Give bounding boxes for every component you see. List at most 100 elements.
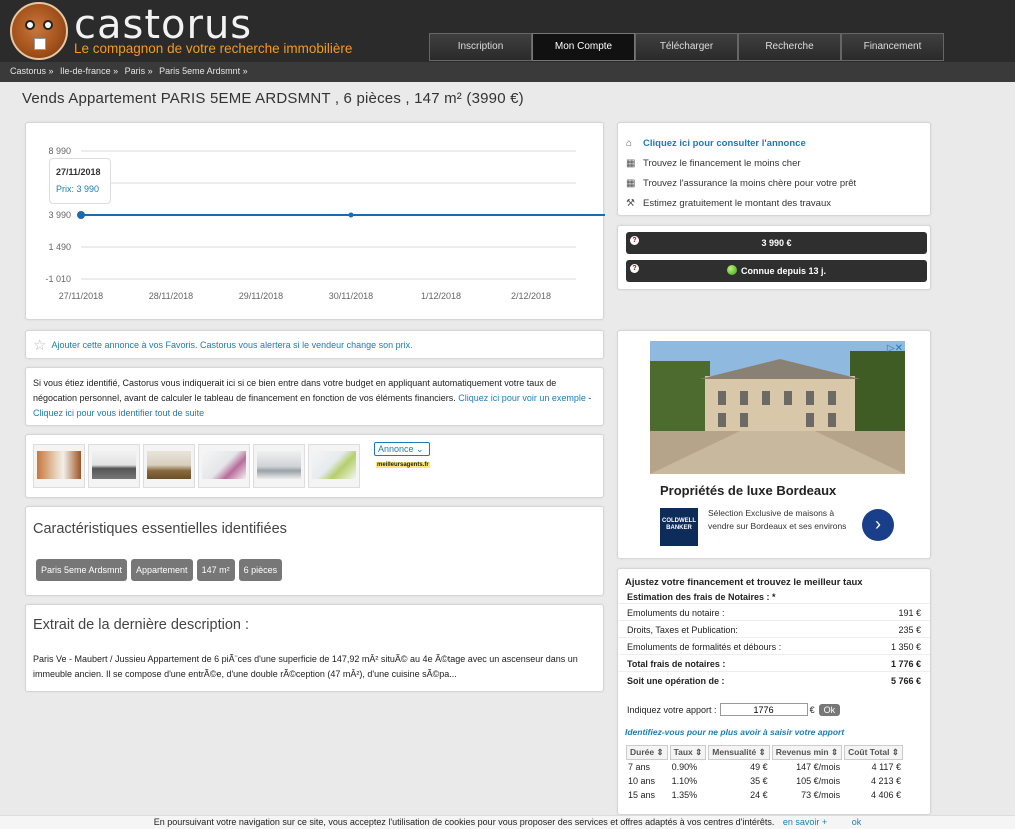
beaver-logo-icon[interactable] [10, 2, 68, 60]
green-dot-icon [726, 265, 737, 275]
cell: 1.10% [671, 776, 698, 786]
tag-list: Paris 5eme Ardsmnt Appartement 147 m² 6 … [26, 537, 603, 603]
breadcrumb-item[interactable]: Paris » [125, 66, 153, 76]
col-cout-total[interactable]: Coût Total ⇕ [844, 745, 903, 760]
ad-title[interactable]: Propriétés de luxe Bordeaux [660, 483, 836, 498]
breadcrumb-item[interactable]: Castorus » [10, 66, 54, 76]
nav-recherche[interactable]: Recherche [738, 33, 841, 61]
y-tick-label: 1 490 [48, 242, 71, 252]
cookie-ok-link[interactable]: ok [852, 817, 862, 827]
col-duree[interactable]: Durée ⇕ [626, 745, 668, 760]
nav-telecharger[interactable]: Télécharger [635, 33, 738, 61]
cell: 7 ans [628, 762, 651, 772]
cell: 0.90% [671, 762, 698, 772]
col-taux[interactable]: Taux ⇕ [669, 745, 707, 760]
source-select-value: Annonce [378, 444, 414, 454]
source-select[interactable]: Annonce ⌄ [374, 442, 430, 456]
link-consulter-annonce[interactable]: ⌂ Cliquez ici pour consulter l'annonce [626, 133, 922, 153]
photo-thumbnail[interactable] [253, 444, 305, 488]
cell: 4 213 € [870, 776, 901, 786]
tooltip-date: 27/11/2018 [56, 167, 101, 177]
calculator-icon: ▦ [626, 157, 636, 169]
ad-image[interactable]: ▷✕ [650, 341, 905, 474]
star-icon[interactable]: ☆ [33, 336, 46, 354]
ok-button[interactable]: Ok [818, 703, 841, 716]
table-row: 7 ans 0.90% 49 € 147 €/mois 4 117 € [626, 760, 903, 774]
fee-row: Emoluments du notaire : 191 € [618, 603, 930, 620]
apport-input[interactable] [719, 703, 808, 716]
chevron-down-icon: ⌄ [416, 444, 424, 454]
cookie-banner: En poursuivant votre navigation sur ce s… [0, 815, 1015, 829]
photos-panel: Annonce ⌄ meilleursagents.fr [25, 434, 604, 498]
operation-row: Soit une opération de : 5 766 € [618, 671, 930, 691]
identify-apport-link[interactable]: Identifiez-vous pour ne plus avoir à sai… [618, 724, 930, 740]
chevron-right-icon[interactable]: › [862, 509, 894, 541]
help-icon[interactable]: ? [630, 236, 639, 245]
chart-tooltip: 27/11/2018 Prix: 3 990 [49, 158, 111, 204]
identification-panel: Si vous étiez identifié, Castorus vous i… [25, 367, 604, 426]
cookie-text: En poursuivant votre navigation sur ce s… [153, 817, 775, 827]
x-tick-label: 1/12/2018 [421, 291, 461, 301]
cell: 73 €/mois [801, 790, 841, 800]
table-row: 15 ans 1.35% 24 € 73 €/mois 4 406 € [626, 788, 903, 802]
cell: 49 € [750, 762, 768, 772]
known-since-text: Connue depuis 13 j. [740, 266, 826, 276]
fee-value: 191 € [898, 608, 921, 618]
photo-thumbnail[interactable] [143, 444, 195, 488]
notaires-title: Estimation des frais de Notaires : * [627, 592, 776, 602]
characteristics-title: Caractéristiques essentielles identifiée… [33, 521, 287, 537]
cookie-more-link[interactable]: en savoir + [783, 817, 827, 827]
price-bar: ? 3 990 € [626, 232, 927, 254]
link-travaux[interactable]: ⚒ Estimez gratuitement le montant des tra… [626, 193, 922, 213]
link-label: Trouvez le financement le moins cher [643, 157, 801, 169]
link-label: Cliquez ici pour consulter l'annonce [643, 137, 806, 149]
price-value: 3 990 € [761, 238, 792, 248]
nav-mon-compte[interactable]: Mon Compte [532, 33, 635, 61]
cell: 147 €/mois [796, 762, 841, 772]
favoris-link[interactable]: Ajouter cette annonce à vos Favoris. Cas… [51, 340, 412, 350]
fee-row: Emoluments de formalités et débours : 1 3… [618, 637, 930, 654]
breadcrumb-item[interactable]: Ile-de-france » [60, 66, 118, 76]
cell: 24 € [750, 790, 768, 800]
breadcrumb: Castorus » Ile-de-france » Paris » Paris… [0, 62, 1015, 82]
fee-value: 235 € [898, 625, 921, 635]
y-tick-label: -1 010 [45, 274, 71, 284]
favoris-panel[interactable]: ☆ Ajouter cette annonce à vos Favoris. C… [25, 330, 604, 359]
link-label: Estimez gratuitement le montant des trav… [643, 197, 831, 209]
x-tick-label: 29/11/2018 [239, 291, 283, 301]
photo-thumbnail[interactable] [198, 444, 250, 488]
ad-choices-icon[interactable]: ▷✕ [887, 343, 903, 354]
breadcrumb-item[interactable]: Paris 5eme Ardsmnt » [159, 66, 248, 76]
col-revenus[interactable]: Revenus min ⇕ [771, 745, 843, 760]
col-mensualite[interactable]: Mensualité ⇕ [708, 745, 770, 760]
x-tick-label: 27/11/2018 [59, 291, 103, 301]
known-since-bar: ? Connue depuis 13 j. [626, 260, 927, 282]
ad-panel[interactable]: ▷✕ Propriétés de luxe Bordeaux COLDWELL … [617, 330, 931, 559]
photo-thumbnail[interactable] [33, 444, 85, 488]
house-icon: ⌂ [626, 137, 633, 149]
example-link[interactable]: Cliquez ici pour voir un exemple [458, 393, 586, 403]
table-row: 10 ans 1.10% 35 € 105 €/mois 4 213 € [626, 774, 903, 788]
calculator-icon: ▦ [626, 177, 636, 189]
cell: 1.35% [671, 790, 698, 800]
total-value: 1 776 € [890, 659, 921, 669]
cell: 35 € [750, 776, 768, 786]
tag-rooms: 6 pièces [238, 559, 283, 581]
cell: 4 406 € [870, 790, 901, 800]
tag-surface: 147 m² [196, 559, 235, 581]
help-icon[interactable]: ? [630, 264, 639, 273]
nav-financement[interactable]: Financement [841, 33, 944, 61]
operation-value: 5 766 € [890, 676, 921, 686]
photo-thumbnail[interactable] [308, 444, 360, 488]
nav-inscription[interactable]: Inscription [429, 33, 532, 61]
fee-label: Emoluments de formalités et débours : [627, 642, 782, 652]
identify-link[interactable]: Cliquez ici pour vous identifier tout de… [33, 408, 204, 418]
photo-thumbnail[interactable] [88, 444, 140, 488]
tooltip-price: Prix: 3 990 [56, 184, 100, 194]
loan-table: Durée ⇕ Taux ⇕ Mensualité ⇕ Revenus min … [624, 745, 905, 802]
apport-label: Indiquez votre apport : [627, 704, 717, 715]
description-text: Paris Ve - Maubert / Jussieu Appartement… [33, 654, 578, 679]
apport-row: Indiquez votre apport : € Ok [618, 695, 930, 724]
link-assurance[interactable]: ▦ Trouvez l'assurance la moins chère pour… [626, 173, 922, 193]
link-financement[interactable]: ▦ Trouvez le financement le moins cher [626, 153, 922, 173]
